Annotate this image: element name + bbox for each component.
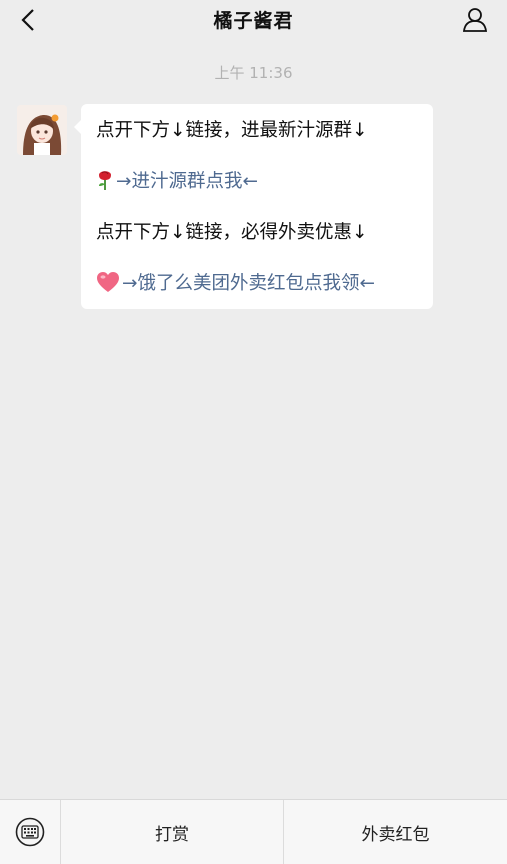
- nav-bar: 橘子酱君: [0, 0, 507, 40]
- user-icon: [462, 8, 488, 32]
- menu-item-takeout-coupon[interactable]: 外卖红包: [284, 800, 507, 864]
- group-link[interactable]: →进汁源群点我←: [116, 171, 258, 192]
- profile-button[interactable]: [461, 5, 489, 33]
- avatar[interactable]: [17, 105, 67, 155]
- rose-icon: [96, 169, 114, 199]
- group-link-line: →进汁源群点我←: [96, 169, 425, 199]
- bottom-menu-bar: 打赏 外卖红包: [0, 799, 507, 864]
- message-bubble: 点开下方↓链接，进最新汁源群↓ →进汁源群点我← 点开下方↓链接，必得外卖优惠↓…: [74, 104, 433, 309]
- message-line: 点开下方↓链接，必得外卖优惠↓: [96, 222, 368, 243]
- keyboard-toggle-button[interactable]: [14, 816, 46, 848]
- coupon-link[interactable]: →饿了么美团外卖红包点我领←: [122, 273, 375, 294]
- coupon-link-line: →饿了么美团外卖红包点我领←: [96, 271, 425, 301]
- page-title: 橘子酱君: [213, 10, 294, 32]
- avatar-image: [17, 105, 67, 155]
- message-timestamp: 上午 11:36: [214, 64, 293, 82]
- keyboard-icon: [15, 817, 45, 847]
- menu-item-reward[interactable]: 打赏: [61, 800, 283, 864]
- heart-icon: [96, 271, 120, 301]
- message-line: 点开下方↓链接，进最新汁源群↓: [96, 120, 368, 141]
